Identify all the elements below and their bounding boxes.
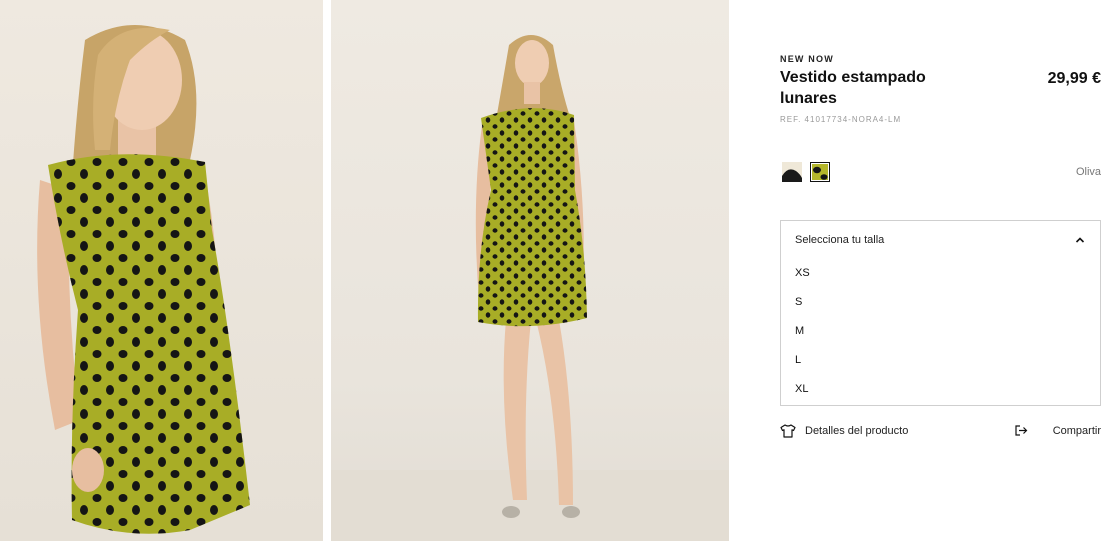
product-image-closeup[interactable] — [0, 0, 323, 541]
model-fullbody-illustration — [331, 35, 729, 541]
collection-label: NEW NOW — [780, 54, 834, 64]
product-details-label: Detalles del producto — [805, 425, 909, 437]
share-icon — [1015, 425, 1028, 436]
size-option-l[interactable]: L — [795, 354, 1075, 370]
product-image-fullbody[interactable] — [331, 0, 729, 541]
swatch-oliva-icon — [812, 164, 828, 180]
product-title: Vestido estampado lunares — [780, 69, 926, 107]
model-closeup-illustration — [37, 25, 250, 534]
product-info-panel: NEW NOW Vestido estampado lunares 29,99 … — [780, 0, 1101, 541]
size-selector-toggle[interactable]: Selecciona tu talla — [795, 234, 1085, 250]
color-swatch-black[interactable] — [782, 162, 802, 182]
size-option-xl[interactable]: XL — [795, 383, 1075, 399]
chevron-up-icon — [1075, 237, 1085, 243]
selected-color-name: Oliva — [1075, 166, 1101, 178]
share-button[interactable]: Compartir — [1015, 424, 1101, 442]
product-price: 29,99 € — [1047, 70, 1101, 87]
size-option-s[interactable]: S — [795, 296, 1075, 312]
size-selector: Selecciona tu talla XS S M L XL — [780, 220, 1101, 406]
share-label: Compartir — [1052, 425, 1101, 437]
swatch-black-icon — [782, 162, 802, 182]
size-option-m[interactable]: M — [795, 325, 1075, 341]
tshirt-icon — [780, 424, 796, 438]
size-selector-label: Selecciona tu talla — [795, 234, 885, 246]
size-option-xs[interactable]: XS — [795, 267, 1075, 283]
product-reference: REF. 41017734-NORA4-LM — [780, 115, 902, 124]
color-swatch-oliva[interactable] — [810, 162, 830, 182]
product-page: NEW NOW Vestido estampado lunares 29,99 … — [0, 0, 1113, 541]
